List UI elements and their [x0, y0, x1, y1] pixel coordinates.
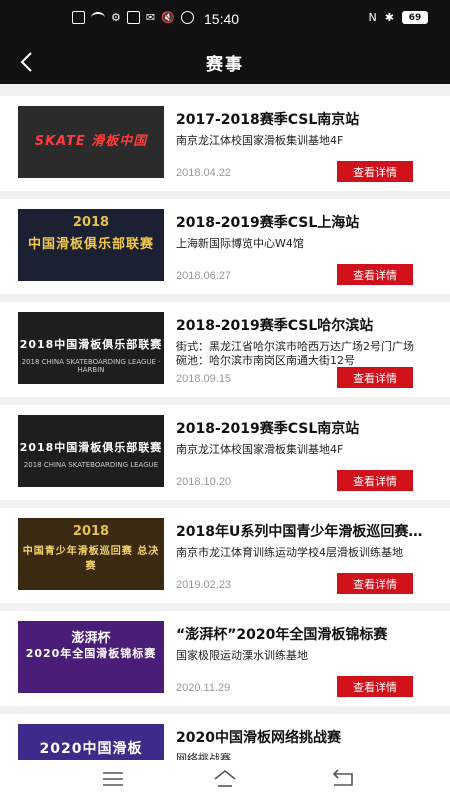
view-details-button[interactable]: 查看详情	[337, 573, 413, 594]
home-button[interactable]	[212, 768, 238, 790]
view-details-button[interactable]: 查看详情	[337, 676, 413, 697]
event-list[interactable]: SKATE 滑板中国 2017-2018赛季CSL南京站 南京龙江体校国家滑板集…	[0, 84, 450, 760]
event-card[interactable]: 2018 中国青少年滑板巡回赛 总决赛 2018年U系列中国青少年滑板巡回赛总决…	[0, 508, 450, 603]
event-date: 2018.06.27	[176, 270, 232, 282]
view-details-button[interactable]: 查看详情	[337, 161, 413, 182]
status-time: 15:40	[204, 11, 240, 27]
menu-button[interactable]	[100, 768, 126, 790]
thumbnail-year: 2018	[72, 215, 110, 230]
system-back-button[interactable]	[330, 768, 356, 790]
mail-icon: ✉	[145, 11, 156, 24]
view-details-button[interactable]: 查看详情	[337, 367, 413, 388]
event-title[interactable]: 2018-2019赛季CSL上海站	[176, 212, 426, 232]
event-title[interactable]: 2018-2019赛季CSL南京站	[176, 418, 426, 438]
system-nav-bar	[0, 760, 450, 800]
thumbnail-year: 2018	[72, 524, 110, 539]
event-thumbnail: 2018 中国滑板俱乐部联赛	[18, 209, 164, 281]
home-icon	[214, 769, 236, 787]
thumbnail-sub: 2018 CHINA SKATEBOARDING LEAGUE · HARBIN	[21, 358, 161, 374]
back-icon	[332, 769, 353, 786]
thumbnail-text: 中国青少年滑板巡回赛 总决赛	[22, 546, 160, 572]
event-card[interactable]: SKATE 滑板中国 2017-2018赛季CSL南京站 南京龙江体校国家滑板集…	[0, 96, 450, 191]
event-card[interactable]: 2018中国滑板俱乐部联赛 2018 CHINA SKATEBOARDING L…	[0, 405, 450, 500]
phone-icon	[180, 11, 194, 24]
view-details-button[interactable]: 查看详情	[337, 264, 413, 285]
mute-icon: 🔇	[161, 11, 175, 24]
thumbnail-text: 2018中国滑板俱乐部联赛	[19, 338, 163, 351]
event-address: 街式：黑龙江省哈尔滨市哈西万达广场2号门广场 碗池：哈尔滨市南岗区南通大街12号	[176, 340, 414, 367]
event-address: 国家极限运动溧水训练基地	[176, 649, 308, 662]
event-thumbnail: 2018中国滑板俱乐部联赛 2018 CHINA SKATEBOARDING L…	[18, 415, 164, 487]
status-right-icons: N ✱ 69	[369, 11, 428, 24]
battery-icon: 69	[402, 11, 428, 24]
event-address: 上海新国际博览中心W4馆	[176, 237, 304, 250]
status-left-icons: ⚙ ✉ 🔇	[72, 11, 194, 24]
event-date: 2018.04.22	[176, 167, 232, 179]
thumbnail-sub: 2018 CHINA SKATEBOARDING LEAGUE	[23, 461, 159, 469]
event-date: 2019.02.23	[176, 579, 232, 591]
page-title: 赛事	[206, 55, 244, 75]
event-thumbnail: 澎湃杯 2020年全国滑板锦标赛	[18, 621, 164, 693]
thumbnail-text: 2020中国滑板	[39, 741, 143, 757]
event-card[interactable]: 2018中国滑板俱乐部联赛 2018 CHINA SKATEBOARDING L…	[0, 302, 450, 397]
event-title[interactable]: “澎湃杯”2020年全国滑板锦标赛	[176, 624, 426, 644]
image-icon	[126, 11, 140, 24]
thumbnail-text: 2018中国滑板俱乐部联赛	[19, 441, 163, 454]
event-title[interactable]: 2017-2018赛季CSL南京站	[176, 109, 426, 129]
wifi-icon	[91, 11, 105, 24]
view-details-button[interactable]: 查看详情	[337, 470, 413, 491]
event-address: 南京龙江体校国家滑板集训基地4F	[176, 134, 344, 147]
event-thumbnail: 2020中国滑板	[18, 724, 164, 760]
event-card[interactable]: 2018 中国滑板俱乐部联赛 2018-2019赛季CSL上海站 上海新国际博览…	[0, 199, 450, 294]
event-card[interactable]: 2020中国滑板 2020中国滑板网络挑战赛 网络挑战赛	[0, 714, 450, 760]
event-date: 2018.10.20	[176, 476, 232, 488]
event-address: 网络挑战赛	[176, 752, 231, 760]
thumbnail-text: 2020年全国滑板锦标赛	[25, 647, 157, 660]
sim-icon	[72, 11, 85, 24]
event-title[interactable]: 2020中国滑板网络挑战赛	[176, 727, 426, 747]
bluetooth-icon: ✱	[384, 11, 394, 24]
settings-icon: ⚙	[111, 11, 121, 24]
nfc-icon: N	[368, 11, 377, 24]
status-bar: ⚙ ✉ 🔇 15:40 N ✱ 69	[0, 0, 450, 40]
event-thumbnail: SKATE 滑板中国	[18, 106, 164, 178]
event-card[interactable]: 澎湃杯 2020年全国滑板锦标赛 “澎湃杯”2020年全国滑板锦标赛 国家极限运…	[0, 611, 450, 706]
event-thumbnail: 2018中国滑板俱乐部联赛 2018 CHINA SKATEBOARDING L…	[18, 312, 164, 384]
event-title[interactable]: 2018-2019赛季CSL哈尔滨站	[176, 315, 426, 335]
event-address: 南京龙江体校国家滑板集训基地4F	[176, 443, 344, 456]
thumbnail-year: 澎湃杯	[71, 631, 111, 646]
event-title[interactable]: 2018年U系列中国青少年滑板巡回赛总决赛	[176, 521, 426, 541]
event-address: 南京市龙江体育训练运动学校4层滑板训练基地	[176, 546, 403, 559]
thumbnail-text: 中国滑板俱乐部联赛	[27, 237, 154, 252]
thumbnail-text: SKATE 滑板中国	[34, 134, 148, 149]
event-date: 2018.09.15	[176, 373, 232, 385]
event-date: 2020.11.29	[176, 682, 231, 694]
event-thumbnail: 2018 中国青少年滑板巡回赛 总决赛	[18, 518, 164, 590]
menu-icon	[103, 772, 123, 786]
nav-bar: 赛事	[0, 40, 450, 84]
